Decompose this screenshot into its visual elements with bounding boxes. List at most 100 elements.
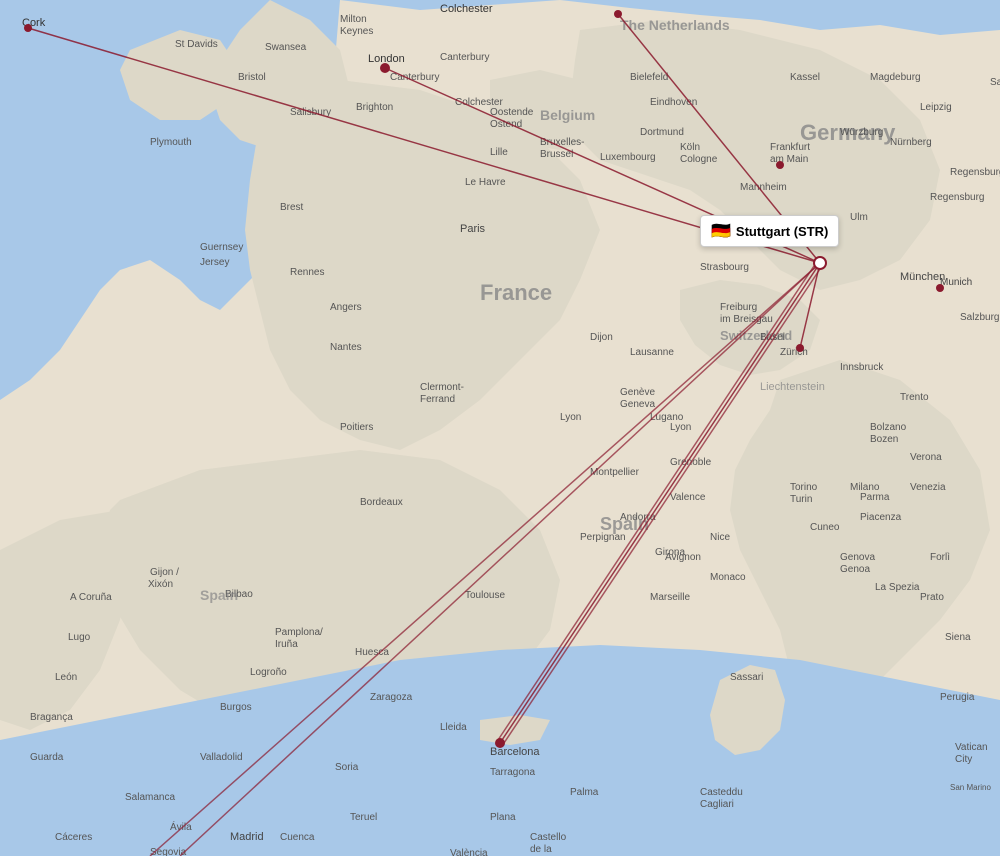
svg-text:Cáceres: Cáceres: [55, 832, 92, 843]
svg-text:Perugia: Perugia: [940, 692, 975, 703]
svg-text:Cagliari: Cagliari: [700, 799, 734, 810]
svg-text:Barcelona: Barcelona: [490, 746, 540, 758]
svg-text:València: València: [450, 848, 488, 856]
svg-text:Lleida: Lleida: [440, 722, 467, 733]
svg-text:Bozen: Bozen: [870, 434, 898, 445]
svg-text:München: München: [900, 271, 945, 283]
svg-text:Sal: Sal: [990, 77, 1000, 88]
svg-text:Genova: Genova: [840, 552, 875, 563]
svg-text:Bruxelles-: Bruxelles-: [540, 137, 584, 148]
svg-text:Lugo: Lugo: [68, 632, 91, 643]
svg-text:Köln: Köln: [680, 142, 700, 153]
svg-text:Salzburg: Salzburg: [960, 312, 999, 323]
svg-text:San Marino: San Marino: [950, 783, 991, 792]
svg-text:Madrid: Madrid: [230, 831, 264, 843]
svg-text:Vatican: Vatican: [955, 742, 988, 753]
map-container: France Germany Spain Switzerland Liechte…: [0, 0, 1000, 856]
svg-text:Clermont-: Clermont-: [420, 382, 464, 393]
svg-text:Milton: Milton: [340, 14, 367, 25]
svg-text:Genève: Genève: [620, 387, 655, 398]
svg-text:im Breisgau: im Breisgau: [720, 314, 773, 325]
svg-text:Casteddu: Casteddu: [700, 787, 743, 798]
svg-text:City: City: [955, 754, 972, 765]
svg-text:Valladolid: Valladolid: [200, 752, 243, 763]
svg-text:Bielefeld: Bielefeld: [630, 72, 668, 83]
svg-text:Kassel: Kassel: [790, 72, 820, 83]
svg-text:Keynes: Keynes: [340, 26, 373, 37]
svg-text:Jersey: Jersey: [200, 257, 229, 268]
svg-text:Würzburg: Würzburg: [840, 127, 883, 138]
svg-text:Ostend: Ostend: [490, 119, 522, 130]
svg-text:Dijon: Dijon: [590, 332, 613, 343]
svg-text:Soria: Soria: [335, 762, 359, 773]
svg-text:Spain: Spain: [200, 587, 238, 603]
svg-text:am Main: am Main: [770, 154, 808, 165]
svg-text:Forlì: Forlì: [930, 552, 950, 563]
svg-text:Lausanne: Lausanne: [630, 347, 674, 358]
svg-text:Zaragoza: Zaragoza: [370, 692, 413, 703]
svg-text:St Davids: St Davids: [175, 39, 218, 50]
svg-text:Salamanca: Salamanca: [125, 792, 175, 803]
svg-text:Rennes: Rennes: [290, 267, 324, 278]
svg-text:Xixón: Xixón: [148, 579, 173, 590]
svg-text:Leipzig: Leipzig: [920, 102, 952, 113]
svg-text:Gijon /: Gijon /: [150, 567, 179, 578]
svg-text:Cuneo: Cuneo: [810, 522, 840, 533]
svg-text:Ferrand: Ferrand: [420, 394, 455, 405]
svg-text:Ulm: Ulm: [850, 212, 868, 223]
svg-text:Le Havre: Le Havre: [465, 177, 506, 188]
svg-text:Perpignan: Perpignan: [580, 532, 626, 543]
svg-text:Plymouth: Plymouth: [150, 137, 192, 148]
svg-text:Cologne: Cologne: [680, 154, 718, 165]
svg-text:Venezia: Venezia: [910, 482, 946, 493]
svg-text:Nantes: Nantes: [330, 342, 362, 353]
svg-text:Lugano: Lugano: [650, 412, 684, 423]
svg-text:Lille: Lille: [490, 147, 508, 158]
svg-text:Teruel: Teruel: [350, 812, 377, 823]
svg-text:Logroño: Logroño: [250, 667, 287, 678]
svg-text:Poitiers: Poitiers: [340, 422, 373, 433]
svg-text:Trento: Trento: [900, 392, 929, 403]
svg-text:Siena: Siena: [945, 632, 971, 643]
svg-text:Verona: Verona: [910, 452, 942, 463]
svg-text:Piacenza: Piacenza: [860, 512, 902, 523]
svg-text:Bordeaux: Bordeaux: [360, 497, 403, 508]
svg-text:Munich: Munich: [940, 277, 972, 288]
svg-text:Lyon: Lyon: [560, 412, 581, 423]
svg-text:Plana: Plana: [490, 812, 516, 823]
svg-text:Regensburg: Regensburg: [930, 192, 984, 203]
svg-text:Paris: Paris: [460, 223, 486, 235]
svg-text:Liechtenstein: Liechtenstein: [760, 381, 825, 393]
svg-text:Guernsey: Guernsey: [200, 242, 243, 253]
svg-text:Belgium: Belgium: [540, 107, 595, 123]
svg-text:Valence: Valence: [670, 492, 706, 503]
svg-text:Luxembourg: Luxembourg: [600, 152, 656, 163]
svg-text:Monaco: Monaco: [710, 572, 746, 583]
svg-text:Swansea: Swansea: [265, 42, 307, 53]
svg-text:Bristol: Bristol: [238, 72, 266, 83]
svg-text:Mannheim: Mannheim: [740, 182, 787, 193]
svg-text:Castello: Castello: [530, 832, 567, 843]
svg-text:Nürnberg: Nürnberg: [890, 137, 932, 148]
svg-text:Toulouse: Toulouse: [465, 590, 505, 601]
svg-text:Tarragona: Tarragona: [490, 767, 535, 778]
svg-text:Nice: Nice: [710, 532, 730, 543]
svg-text:Freiburg: Freiburg: [720, 302, 757, 313]
svg-text:Oostende: Oostende: [490, 107, 534, 118]
svg-text:Turin: Turin: [790, 494, 812, 505]
svg-text:A Coruña: A Coruña: [70, 592, 112, 603]
svg-text:Innsbruck: Innsbruck: [840, 362, 884, 373]
svg-text:Prato: Prato: [920, 592, 944, 603]
svg-text:The Netherlands: The Netherlands: [620, 17, 730, 33]
svg-text:Bolzano: Bolzano: [870, 422, 907, 433]
svg-text:Regensburg: Regensburg: [950, 167, 1000, 178]
svg-text:Canterbury: Canterbury: [440, 52, 489, 63]
svg-text:Guarda: Guarda: [30, 752, 64, 763]
svg-text:Bragança: Bragança: [30, 712, 73, 723]
svg-text:Lyon: Lyon: [670, 422, 691, 433]
svg-text:La Spezia: La Spezia: [875, 582, 920, 593]
svg-text:Cuenca: Cuenca: [280, 832, 315, 843]
svg-text:Magdeburg: Magdeburg: [870, 72, 921, 83]
svg-text:Geneva: Geneva: [620, 399, 655, 410]
svg-text:Colchester: Colchester: [440, 3, 493, 15]
